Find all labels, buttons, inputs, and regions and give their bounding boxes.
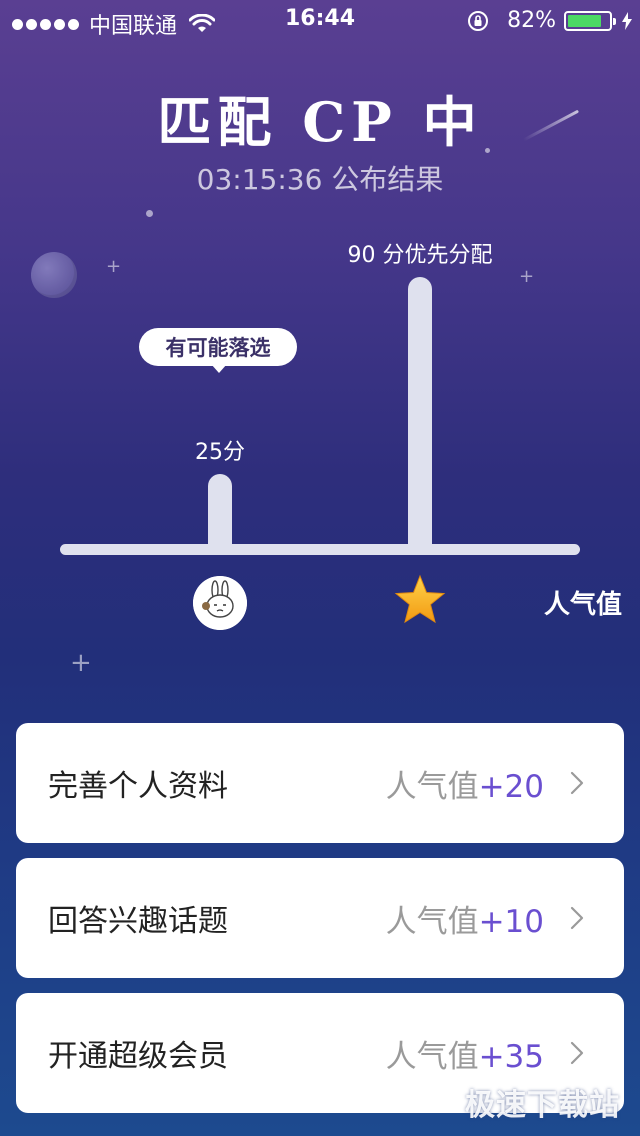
reward-value: +20 [478,768,544,805]
bar-value-label: 90 分优先分配 [347,243,493,268]
elimination-warning-bubble: 有可能落选 [139,328,297,366]
task-title: 完善个人资料 [48,769,228,804]
chevron-right-icon [570,1041,584,1065]
watermark-text: 极速下载站 [465,1088,620,1123]
chart-baseline [60,544,580,555]
reward-value: +35 [478,1038,544,1075]
task-card-complete-profile[interactable]: 完善个人资料 人气值+20 [16,723,624,843]
x-axis-label: 人气值 [543,590,622,620]
chevron-right-icon [570,771,584,795]
task-title: 开通超级会员 [48,1039,228,1074]
task-reward: 人气值+35 [386,1031,544,1076]
star-icon [394,574,446,624]
task-card-answer-topics[interactable]: 回答兴趣话题 人气值+10 [16,858,624,978]
app-screen: + + + 中国联通 16:44 82% 匹配 CP 中 03:15:36 公布… [0,0,640,1136]
task-reward: 人气值+20 [386,761,544,806]
bubble-tail [211,364,227,373]
user-avatar[interactable] [193,576,247,630]
chevron-right-icon [570,906,584,930]
chart-bar [208,474,232,550]
task-reward: 人气值+10 [386,896,544,941]
reward-label: 人气值 [385,1038,479,1075]
chart-bar [408,277,432,550]
reward-label: 人气值 [385,768,479,805]
popularity-chart: 有可能落选 人气值 25分 90 分优先分配 [0,0,640,700]
reward-label: 人气值 [385,903,479,940]
rabbit-avatar-icon [193,576,247,630]
reward-value: +10 [478,903,544,940]
task-title: 回答兴趣话题 [48,904,228,939]
bar-value-label: 25分 [195,440,245,465]
